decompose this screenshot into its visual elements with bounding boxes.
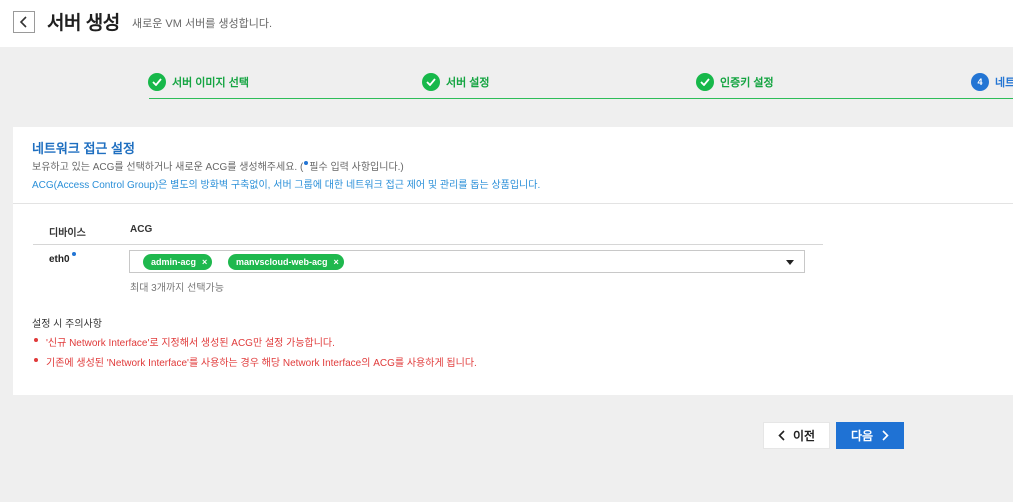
- notice-title: 설정 시 주의사항: [32, 319, 102, 330]
- chevron-left-icon: [19, 16, 27, 28]
- step-label: 서버 설정: [446, 77, 490, 89]
- column-header-acg: ACG: [130, 224, 153, 235]
- network-settings-card: 네트워크 접근 설정 보유하고 있는 ACG를 선택하거나 새로운 ACG를 생…: [13, 127, 1013, 395]
- remove-chip-icon[interactable]: ×: [334, 257, 339, 267]
- next-button[interactable]: 다음: [836, 422, 904, 449]
- device-label: eth0: [49, 254, 70, 265]
- notice-list: '신규 Network Interface'로 지정해서 생성된 ACG만 설정…: [32, 334, 477, 374]
- acg-chip: admin-acg ×: [143, 254, 213, 270]
- table-header-divider: [33, 244, 823, 245]
- notice-item: '신규 Network Interface'로 지정해서 생성된 ACG만 설정…: [32, 334, 477, 354]
- desc-text: 보유하고 있는 ACG를 선택하거나 새로운 ACG를 생성해주세요. (: [32, 162, 304, 173]
- acg-multiselect[interactable]: admin-acg × manvscloud-web-acg ×: [129, 250, 805, 273]
- step-label: 네트: [995, 77, 1013, 89]
- step-number-badge: 4: [971, 73, 989, 91]
- column-header-device: 디바이스: [49, 228, 86, 239]
- check-icon: [148, 73, 166, 91]
- page-header: 서버 생성 새로운 VM 서버를 생성합니다.: [0, 0, 1013, 47]
- step-server-image[interactable]: 서버 이미지 선택: [148, 73, 249, 91]
- check-icon: [696, 73, 714, 91]
- back-button[interactable]: [13, 11, 35, 33]
- step-network[interactable]: 4 네트: [971, 73, 1013, 91]
- device-name: eth0: [49, 252, 76, 265]
- bullet-icon: [34, 338, 38, 342]
- wizard-stepper: 서버 이미지 선택 서버 설정 인증키 설정 4 네트: [0, 47, 1013, 127]
- prev-button-label: 이전: [792, 429, 816, 443]
- card-header: 네트워크 접근 설정 보유하고 있는 ACG를 선택하거나 새로운 ACG를 생…: [13, 127, 1013, 204]
- chevron-left-icon: [778, 430, 785, 441]
- section-title: 네트워크 접근 설정: [32, 141, 135, 156]
- desc-required-text: 필수 입력 사항입니다.): [309, 162, 404, 173]
- bullet-icon: [34, 358, 38, 362]
- chevron-right-icon: [882, 430, 889, 441]
- dropdown-caret-icon[interactable]: [786, 260, 794, 265]
- step-auth-key[interactable]: 인증키 설정: [696, 73, 774, 91]
- acg-limit-hint: 최대 3개까지 선택가능: [130, 283, 224, 294]
- next-button-label: 다음: [850, 429, 874, 443]
- page-subtitle: 새로운 VM 서버를 생성합니다.: [132, 18, 273, 30]
- prev-button[interactable]: 이전: [763, 422, 830, 449]
- step-label: 서버 이미지 선택: [172, 77, 249, 89]
- stepper-progress-line: [149, 98, 1013, 99]
- acg-table: 디바이스 ACG eth0 admin-acg × manvscloud-web…: [33, 218, 823, 302]
- required-dot-icon: [304, 161, 309, 165]
- required-dot-icon: [71, 252, 76, 256]
- check-icon: [422, 73, 440, 91]
- remove-chip-icon[interactable]: ×: [202, 257, 207, 267]
- notice-item: 기존에 생성된 'Network Interface'를 사용하는 경우 해당 …: [32, 354, 477, 374]
- acg-chip-label: admin-acg: [151, 257, 197, 267]
- step-label: 인증키 설정: [720, 77, 774, 89]
- section-description: 보유하고 있는 ACG를 선택하거나 새로운 ACG를 생성해주세요. ( 필수 …: [32, 158, 404, 173]
- notice-text: '신규 Network Interface'로 지정해서 생성된 ACG만 설정…: [46, 338, 335, 349]
- acg-info-text: ACG(Access Control Group)은 별도의 방화벽 구축없이,…: [32, 180, 541, 191]
- page-title: 서버 생성: [47, 13, 120, 34]
- acg-chip: manvscloud-web-acg ×: [228, 254, 344, 270]
- notice-text: 기존에 생성된 'Network Interface'를 사용하는 경우 해당 …: [46, 358, 477, 369]
- step-server-settings[interactable]: 서버 설정: [422, 73, 490, 91]
- acg-chip-label: manvscloud-web-acg: [236, 257, 328, 267]
